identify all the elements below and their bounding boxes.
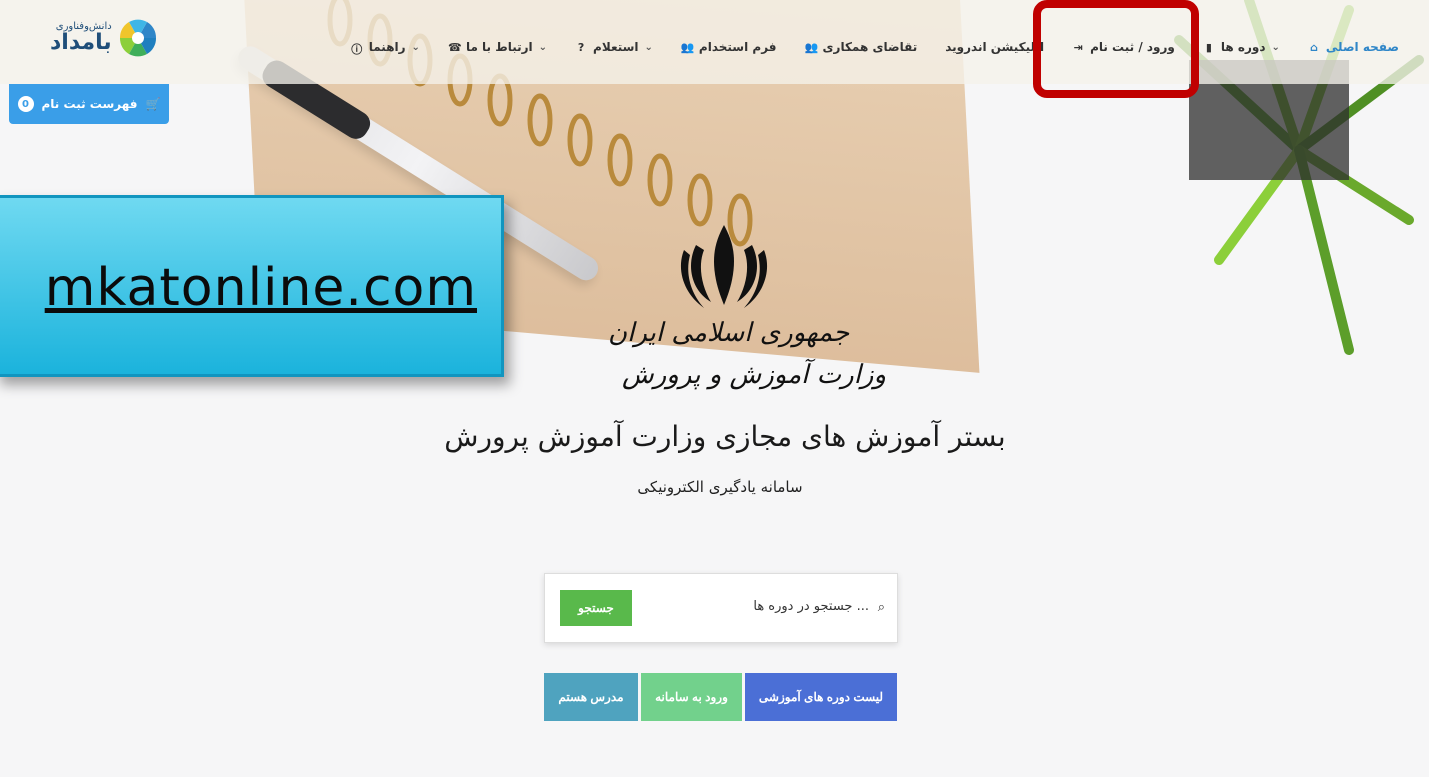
chevron-down-icon: ⌄ [411, 41, 420, 53]
book-icon: ▮ [1205, 41, 1212, 54]
nav-inquiry[interactable]: ? استعلام ⌄ [575, 40, 653, 54]
nav-courses[interactable]: ▮ دوره ها ⌄ [1203, 40, 1280, 54]
nav-cooperation[interactable]: 👥 تقاضای همکاری [805, 40, 918, 54]
watermark-banner: mkatonline.com [0, 195, 504, 377]
registration-count-badge: 0 [17, 96, 34, 112]
users-icon: 👥 [804, 41, 819, 54]
cart-icon: 🛒 [145, 97, 161, 111]
nav-contact[interactable]: ☎ ارتباط با ما ⌄ [448, 40, 547, 54]
nav-employment[interactable]: 👥 فرم استخدام [681, 40, 777, 54]
emblem-text-line1: جمهوری اسلامی ایران [608, 318, 850, 348]
iran-emblem-icon [680, 225, 768, 308]
top-navbar: دانش‌وفناوری بامداد ⌂ صفحه اصلی ▮ دوره ه… [0, 0, 1429, 84]
hero-subtitle: سامانه یادگیری الکترونیکی [637, 478, 803, 496]
logo-icon [119, 19, 156, 57]
main-nav: ⌂ صفحه اصلی ▮ دوره ها ⌄ ⇥ ورود / ثبت نام… [323, 40, 1399, 56]
search-input[interactable]: جستجو در دوره ها ... [753, 599, 869, 614]
search-button[interactable]: جستجو [560, 590, 632, 626]
course-list-button[interactable]: لیست دوره های آموزشی [745, 673, 897, 721]
login-highlight-box [1033, 0, 1199, 98]
hero-title: بستر آموزش های مجازی وزارت آموزش پرورش [444, 420, 1006, 453]
site-logo[interactable]: دانش‌وفناوری بامداد [50, 18, 158, 58]
chevron-down-icon: ⌄ [1271, 41, 1280, 53]
search-box: جستجو جستجو در دوره ها ... ⌕ [544, 573, 898, 643]
nav-cooperation-label: تقاضای همکاری [822, 40, 918, 54]
nav-contact-label: ارتباط با ما [465, 40, 533, 54]
users-icon: 👥 [680, 41, 695, 54]
watermark-text: mkatonline.com [44, 258, 477, 318]
chevron-down-icon: ⌄ [538, 41, 548, 53]
nav-inquiry-label: استعلام [593, 40, 639, 54]
teacher-button[interactable]: مدرس هستم [544, 673, 638, 721]
nav-android-label: اپلیکیشن اندروید [945, 40, 1045, 54]
emblem-text-line2: وزارت آموزش و پرورش [622, 360, 887, 390]
nav-courses-label: دوره ها [1220, 40, 1266, 54]
nav-help[interactable]: ⓘ راهنما ⌄ [351, 40, 420, 56]
system-login-button[interactable]: ورود به سامانه [641, 673, 742, 721]
nav-android[interactable]: اپلیکیشن اندروید [945, 40, 1044, 54]
question-circle-icon: ? [577, 41, 585, 54]
logo-big-text: بامداد [50, 30, 112, 55]
nav-home[interactable]: ⌂ صفحه اصلی [1308, 40, 1399, 54]
info-circle-icon: ⓘ [351, 43, 363, 56]
registration-list-button[interactable]: 0 فهرست ثبت نام 🛒 [9, 84, 169, 124]
nav-home-label: صفحه اصلی [1325, 40, 1399, 54]
nav-help-label: راهنما [368, 40, 406, 54]
home-icon: ⌂ [1309, 41, 1318, 54]
chevron-down-icon: ⌄ [644, 41, 653, 53]
registration-list-label: فهرست ثبت نام [41, 97, 138, 111]
search-icon: ⌕ [877, 600, 885, 615]
phone-icon: ☎ [447, 41, 462, 54]
nav-employment-label: فرم استخدام [698, 40, 777, 54]
